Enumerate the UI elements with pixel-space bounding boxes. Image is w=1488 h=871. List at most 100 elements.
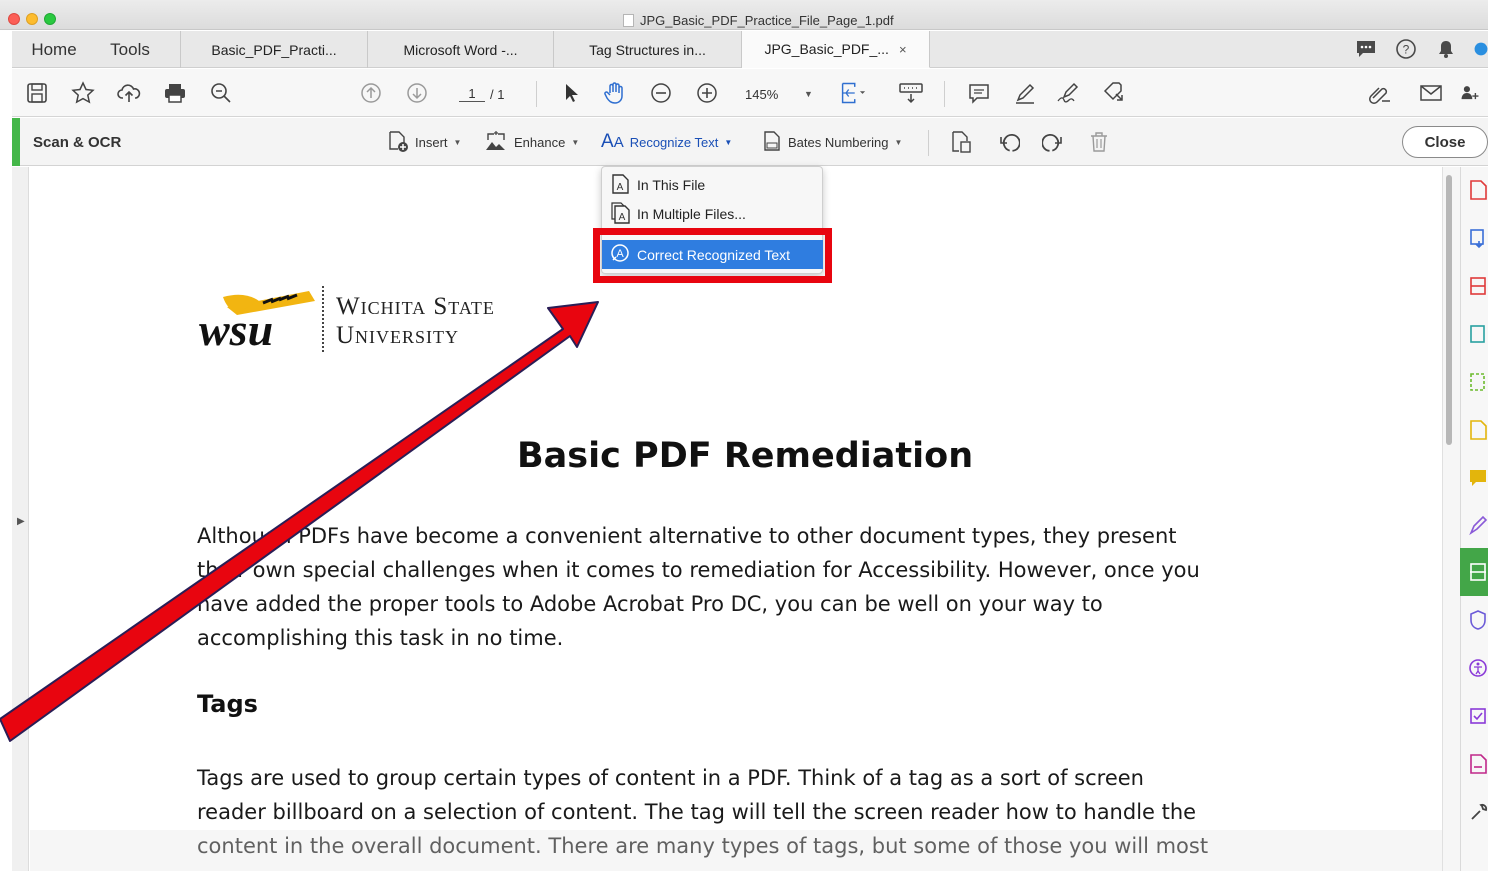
logo-wordmark: wsu <box>199 304 273 355</box>
menu-item-in-multiple-files[interactable]: A In Multiple Files... <box>610 201 746 227</box>
tab-close-icon[interactable]: × <box>899 42 907 57</box>
help-icon[interactable]: ? <box>1394 37 1418 61</box>
expand-left-panel-icon[interactable]: ▶ <box>17 516 25 527</box>
highlight-pen-icon[interactable] <box>1012 80 1038 106</box>
tool-accent-bar <box>12 118 20 166</box>
save-icon[interactable] <box>24 80 50 106</box>
paragraph-line: reader billboard on a selection of conte… <box>197 800 1197 824</box>
page-fit-icon[interactable] <box>840 80 866 106</box>
rotate-right-icon[interactable] <box>1040 129 1066 155</box>
wsu-logo: wsu <box>199 291 315 355</box>
hand-tool-icon[interactable] <box>602 80 628 106</box>
zoom-level[interactable]: 145% <box>745 87 778 102</box>
main-toolbar: 1 / 1 145% ▼ <box>12 69 1488 117</box>
close-tool-button[interactable]: Close <box>1402 126 1488 158</box>
zoom-window-button[interactable] <box>44 13 56 25</box>
tab-label: JPG_Basic_PDF_... <box>764 41 889 57</box>
bates-icon <box>762 130 782 155</box>
university-name: Wichita State University <box>336 292 495 350</box>
menu-item-label: In Multiple Files... <box>637 206 746 222</box>
tab-document[interactable]: Microsoft Word -... <box>368 31 554 68</box>
svg-text:?: ? <box>1403 43 1410 57</box>
page-number-input[interactable]: 1 <box>459 86 485 102</box>
menu-item-in-this-file[interactable]: A In This File <box>610 173 705 197</box>
multiple-files-icon: A <box>610 201 630 227</box>
insert-button[interactable]: Insert ▼ <box>387 130 461 154</box>
tab-bar: Home Tools Basic_PDF_Practi... Microsoft… <box>12 31 1488 68</box>
bottom-fade <box>30 830 1442 871</box>
avatar[interactable] <box>1474 37 1488 61</box>
trash-icon[interactable] <box>1086 129 1112 155</box>
right-tools-panel <box>1460 167 1488 871</box>
zoom-dropdown-caret-icon[interactable]: ▼ <box>804 89 813 99</box>
paragraph-line: accomplishing this task in no time. <box>197 626 564 650</box>
active-tool-indicator <box>1460 548 1488 596</box>
bates-numbering-button[interactable]: Bates Numbering ▼ <box>762 130 902 154</box>
chevron-down-icon: ▼ <box>571 137 580 147</box>
insert-label: Insert <box>415 134 448 150</box>
toolbar-divider <box>944 81 945 107</box>
toolbar-divider <box>928 130 929 156</box>
section-heading-tags: Tags <box>197 690 258 718</box>
tab-document[interactable]: Basic_PDF_Practi... <box>180 31 368 68</box>
tab-document[interactable]: Tag Structures in... <box>554 31 742 68</box>
recognize-text-button[interactable]: AA Recognize Text ▼ <box>601 130 732 154</box>
email-icon[interactable] <box>1418 80 1444 106</box>
window-title-text: JPG_Basic_PDF_Practice_File_Page_1.pdf <box>640 13 894 28</box>
enhance-button[interactable]: Enhance ▼ <box>484 130 579 154</box>
enhance-label: Enhance <box>514 134 566 150</box>
zoom-out-icon[interactable] <box>648 80 674 106</box>
toolbar-divider <box>536 81 537 107</box>
bookmark-star-icon[interactable] <box>70 80 96 106</box>
scan-ocr-toolbar: Scan & OCR Insert ▼ Enhance ▼ AA Recogni… <box>12 118 1488 166</box>
minimize-window-button[interactable] <box>26 13 38 25</box>
document-icon <box>623 14 634 27</box>
paragraph-line: their own special challenges when it com… <box>197 558 1200 582</box>
svg-text:A: A <box>617 182 624 193</box>
extract-page-icon[interactable] <box>948 129 974 155</box>
document-heading: Basic PDF Remediation <box>517 436 974 476</box>
chat-icon[interactable] <box>1354 37 1378 61</box>
page-down-icon[interactable] <box>404 80 430 106</box>
upload-cloud-icon[interactable] <box>116 80 142 106</box>
share-tag-icon[interactable] <box>1102 80 1128 106</box>
svg-text:A: A <box>619 212 626 223</box>
bell-icon[interactable] <box>1434 37 1458 61</box>
window-title: JPG_Basic_PDF_Practice_File_Page_1.pdf <box>623 13 894 28</box>
page-up-icon[interactable] <box>358 80 384 106</box>
university-name-line2: University <box>336 322 460 349</box>
chevron-down-icon: ▼ <box>453 137 462 147</box>
paragraph-line: Tags are used to group certain types of … <box>197 766 1144 790</box>
insert-page-icon <box>387 130 409 155</box>
chevron-down-icon: ▼ <box>724 137 733 147</box>
scrollbar-thumb[interactable] <box>1446 175 1452 445</box>
bates-label: Bates Numbering <box>788 134 889 150</box>
logo-divider <box>322 286 324 352</box>
link-sign-icon[interactable] <box>1368 80 1394 106</box>
tool-title: Scan & OCR <box>33 134 122 151</box>
recognize-text-icon: AA <box>601 131 624 152</box>
tab-tools[interactable]: Tools <box>106 31 154 68</box>
menu-item-label: In This File <box>637 177 706 193</box>
page-total: / 1 <box>490 87 505 102</box>
paragraph-line: have added the proper tools to Adobe Acr… <box>197 592 1103 616</box>
chevron-down-icon: ▼ <box>894 137 903 147</box>
add-user-icon[interactable] <box>1460 80 1480 106</box>
single-file-icon: A <box>610 173 630 198</box>
comment-icon[interactable] <box>966 80 992 106</box>
print-icon[interactable] <box>162 80 188 106</box>
sign-icon[interactable] <box>1056 80 1082 106</box>
zoom-search-icon[interactable] <box>208 80 234 106</box>
title-bar: JPG_Basic_PDF_Practice_File_Page_1.pdf <box>0 0 1488 30</box>
rotate-left-icon[interactable] <box>996 129 1022 155</box>
university-name-line1: Wichita State <box>336 293 495 320</box>
annotation-highlight-box <box>593 228 832 283</box>
tab-home[interactable]: Home <box>26 31 82 68</box>
zoom-in-icon[interactable] <box>694 80 720 106</box>
close-window-button[interactable] <box>8 13 20 25</box>
tab-document-active[interactable]: JPG_Basic_PDF_... × <box>742 31 930 68</box>
keyboard-scroll-icon[interactable] <box>898 80 924 106</box>
top-right-icons: ? <box>1354 37 1488 61</box>
select-cursor-icon[interactable] <box>558 80 584 106</box>
enhance-scan-icon <box>484 130 508 155</box>
